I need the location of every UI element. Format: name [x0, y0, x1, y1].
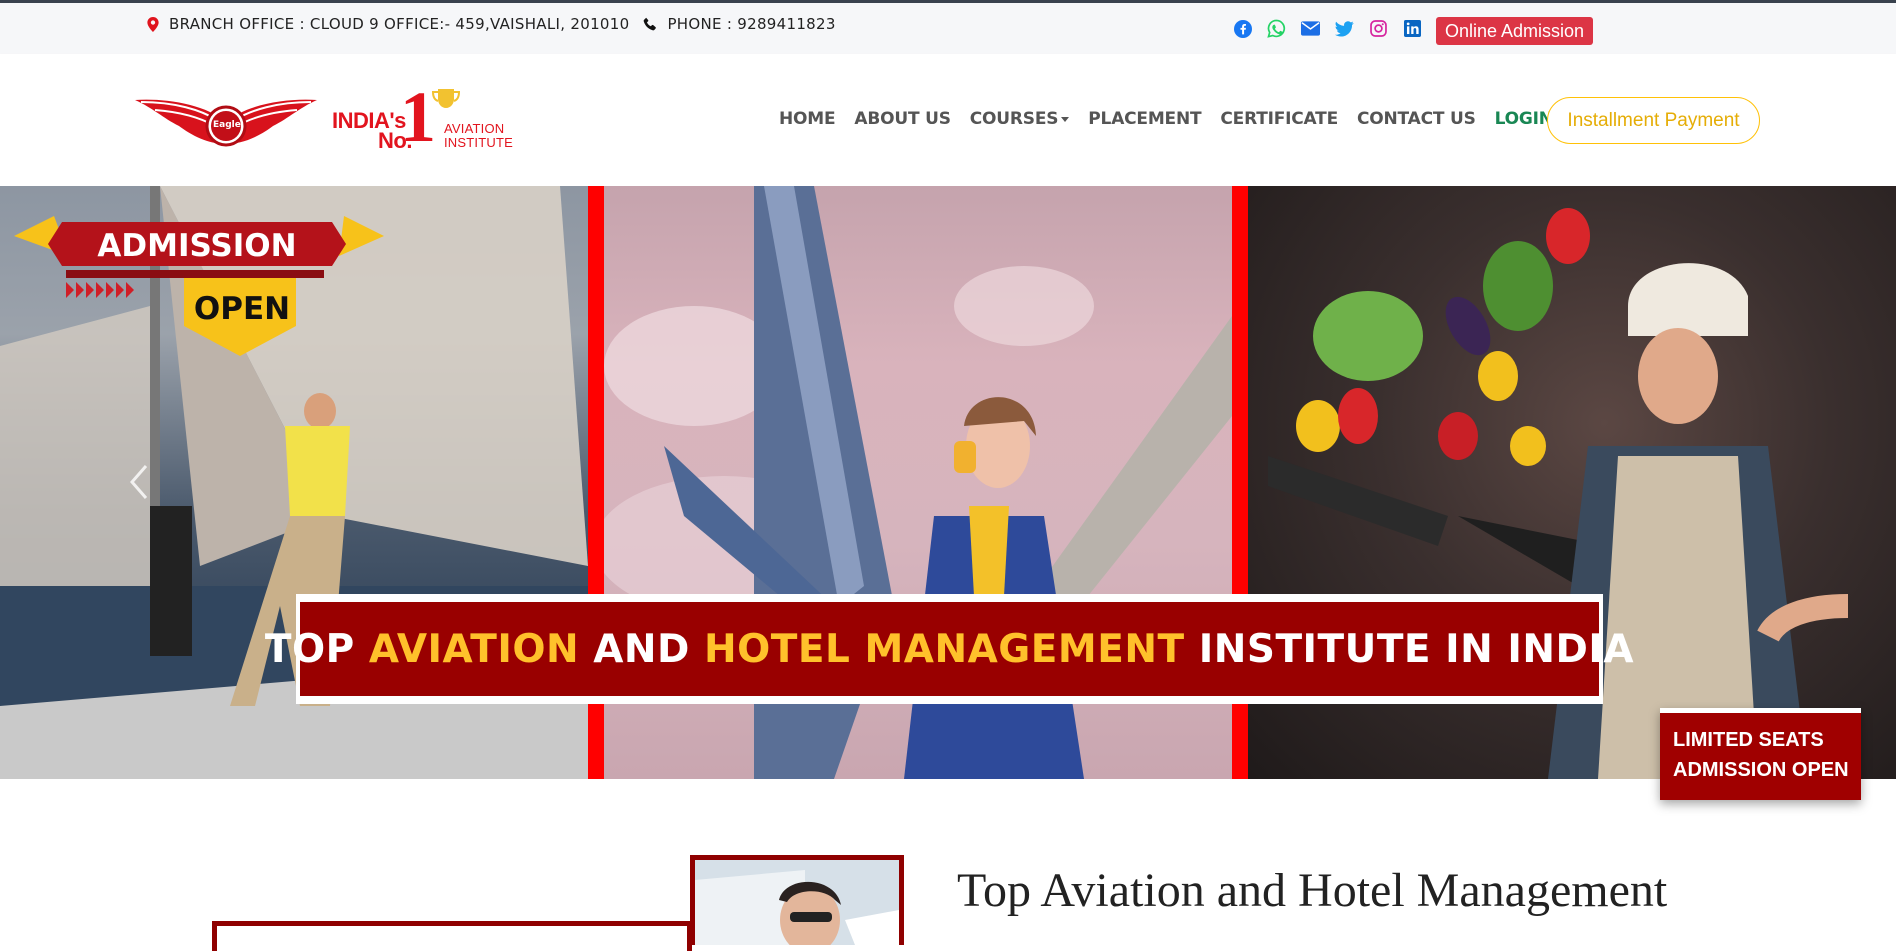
admission-open-badge: ADMISSION OPEN	[14, 216, 384, 356]
logo-aviation: AVIATION	[444, 121, 505, 136]
logo-number-one: 1	[400, 77, 436, 157]
contact-info: BRANCH OFFICE : CLOUD 9 OFFICE:- 459,VAI…	[147, 15, 836, 33]
branch-office: BRANCH OFFICE : CLOUD 9 OFFICE:- 459,VAI…	[147, 15, 629, 33]
limited-seats-line1: LIMITED SEATS	[1673, 729, 1824, 751]
installment-payment-button[interactable]: Installment Payment	[1547, 97, 1760, 144]
online-admission-button[interactable]: Online Admission	[1436, 17, 1593, 45]
about-title: Top Aviation and Hotel Management	[957, 864, 1668, 917]
nav-contact-us[interactable]: CONTACT US	[1357, 109, 1476, 129]
hero-carousel: ADMISSION OPEN TOP AVIATION AND HOTEL MA…	[0, 186, 1896, 779]
banner-text-5: INSTITUTE IN INDIA	[1184, 626, 1635, 672]
carousel-prev-icon[interactable]	[128, 462, 150, 502]
chevron-down-icon	[1061, 116, 1070, 122]
banner-text-hotel-management: HOTEL MANAGEMENT	[703, 626, 1185, 672]
location-pin-icon	[147, 16, 159, 32]
admission-badge-line1: ADMISSION	[97, 228, 296, 264]
nav-home[interactable]: HOME	[779, 109, 836, 129]
facebook-icon[interactable]	[1233, 19, 1252, 38]
whatsapp-icon[interactable]	[1267, 19, 1286, 38]
about-section: Top Aviation and Hotel Management	[0, 779, 1896, 951]
logo-aviation-institute: AVIATION INSTITUTE	[444, 122, 513, 150]
nav-courses-label: COURSES	[969, 109, 1059, 129]
banner-text-3: AND	[579, 626, 704, 672]
nav-placement[interactable]: PLACEMENT	[1088, 109, 1201, 129]
logo-institute: INSTITUTE	[444, 135, 513, 150]
hero-banner: TOP AVIATION AND HOTEL MANAGEMENT INSTIT…	[265, 594, 1634, 704]
about-small-photo	[695, 860, 899, 945]
limited-seats-badge[interactable]: LIMITED SEATS ADMISSION OPEN	[1660, 708, 1861, 800]
linkedin-icon[interactable]	[1403, 19, 1422, 38]
phone[interactable]: PHONE : 9289411823	[643, 15, 835, 33]
banner-text-aviation: AVIATION	[368, 626, 580, 672]
india-no1-logo[interactable]: INDIA's No. 1 AVIATION INSTITUTE	[332, 81, 513, 153]
main-nav: HOME ABOUT US COURSES PLACEMENT CERTIFIC…	[779, 109, 1563, 129]
trophy-icon	[432, 89, 460, 108]
banner-text-1: TOP	[264, 626, 369, 672]
hero-banner-headline: TOP AVIATION AND HOTEL MANAGEMENT INSTIT…	[265, 602, 1634, 696]
nav-certificate[interactable]: CERTIFICATE	[1220, 109, 1338, 129]
nav-courses[interactable]: COURSES	[970, 109, 1070, 129]
twitter-icon[interactable]	[1335, 19, 1354, 38]
email-icon[interactable]	[1301, 19, 1320, 38]
about-image-large	[212, 921, 692, 951]
instagram-icon[interactable]	[1369, 19, 1388, 38]
nav-about-us[interactable]: ABOUT US	[854, 109, 951, 129]
eagle-logo-text: Eagle	[213, 120, 241, 130]
limited-seats-line2: ADMISSION OPEN	[1673, 759, 1849, 781]
site-header: Eagle INDIA's No. 1 AVIATION INSTITUTE H…	[0, 54, 1896, 186]
top-info-bar: BRANCH OFFICE : CLOUD 9 OFFICE:- 459,VAI…	[0, 0, 1896, 54]
eagle-logo[interactable]: Eagle	[135, 94, 317, 155]
phone-text: PHONE : 9289411823	[667, 15, 836, 33]
social-links	[1233, 19, 1422, 38]
branch-office-text: BRANCH OFFICE : CLOUD 9 OFFICE:- 459,VAI…	[169, 15, 630, 33]
phone-icon	[644, 17, 657, 31]
nav-login[interactable]: LOGIN	[1495, 109, 1553, 129]
admission-badge-line2: OPEN	[194, 291, 290, 327]
